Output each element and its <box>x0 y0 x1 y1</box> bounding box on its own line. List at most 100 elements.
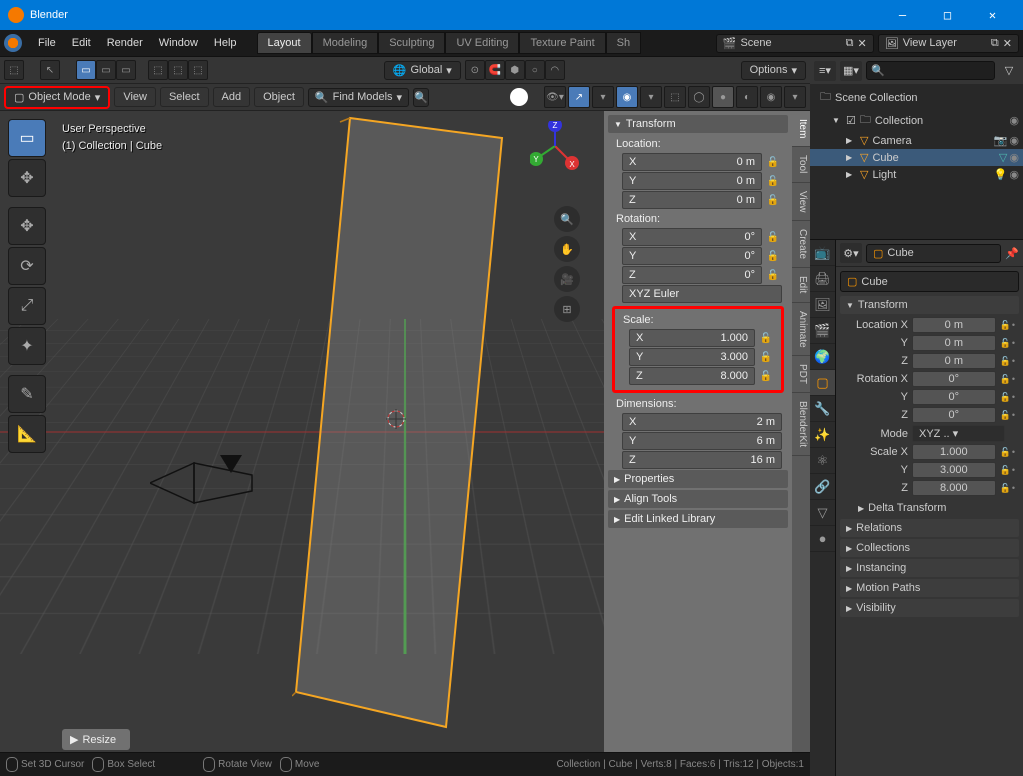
dim-x-field[interactable]: X2 m <box>622 413 782 431</box>
lock-icon[interactable]: 🔓 <box>757 329 775 347</box>
lock-icon[interactable]: 🔓 <box>1000 338 1011 349</box>
lock-icon[interactable]: 🔓 <box>764 153 782 171</box>
pivot-icon[interactable]: ⊙ <box>465 60 485 80</box>
prop-loc-y-field[interactable]: 0 m <box>912 335 996 351</box>
properties-type-icon[interactable]: ⚙▾ <box>840 243 862 263</box>
prop-rot-x-field[interactable]: 0° <box>912 371 996 387</box>
snap-toggle-icon[interactable]: 🧲 <box>485 60 505 80</box>
properties-panel-header[interactable]: Properties <box>608 470 788 488</box>
prop-rot-z-field[interactable]: 0° <box>912 407 996 423</box>
filter-icon[interactable]: ▽ <box>999 64 1019 77</box>
workspace-tab-layout[interactable]: Layout <box>257 32 312 54</box>
select-mode-icon[interactable]: ▭ <box>76 60 96 80</box>
dim-y-field[interactable]: Y6 m <box>622 432 782 450</box>
outliner-type-icon[interactable]: ≡▾ <box>814 61 836 81</box>
relations-section-header[interactable]: Relations <box>840 519 1019 537</box>
rotation-y-field[interactable]: Y0° <box>622 247 762 265</box>
sidebar-tab-edit[interactable]: Edit <box>792 268 810 302</box>
prop-tab-physics-icon[interactable]: ⚛ <box>810 448 835 474</box>
scale-tool[interactable]: ⤢ <box>8 287 46 325</box>
edit-linked-panel-header[interactable]: Edit Linked Library <box>608 510 788 528</box>
annotate-tool[interactable]: ✎ <box>8 375 46 413</box>
prop-tab-output-icon[interactable]: 🖨 <box>810 266 835 292</box>
lock-icon[interactable]: 🔓 <box>1000 447 1011 458</box>
camera-data-icon[interactable]: 📷 <box>994 134 1008 147</box>
outliner-light-row[interactable]: ▶ ▽ Light 💡◉ <box>810 166 1023 183</box>
select-box-tool[interactable]: ▭ <box>8 119 46 157</box>
snap-3-icon[interactable]: ⬚ <box>188 60 208 80</box>
measure-tool[interactable]: 📐 <box>8 415 46 453</box>
lock-icon[interactable]: 🔓 <box>1000 320 1011 331</box>
shading-rendered-icon[interactable]: ◉ <box>760 86 782 108</box>
euler-mode-field[interactable]: XYZ Euler <box>622 285 782 303</box>
asset-indicator-icon[interactable] <box>510 88 528 106</box>
editor-type-icon[interactable]: ⬚ <box>4 60 24 80</box>
location-y-field[interactable]: Y0 m <box>622 172 762 190</box>
lock-icon[interactable]: 🔓 <box>1000 410 1011 421</box>
menu-help[interactable]: Help <box>206 33 245 53</box>
move-tool[interactable]: ✥ <box>8 207 46 245</box>
transform-panel-header[interactable]: Transform <box>608 115 788 133</box>
motion-paths-section-header[interactable]: Motion Paths <box>840 579 1019 597</box>
prop-tab-particles-icon[interactable]: ✨ <box>810 422 835 448</box>
options-dropdown[interactable]: Options▾ <box>741 61 806 80</box>
workspace-tab-modeling[interactable]: Modeling <box>312 32 379 54</box>
align-tools-panel-header[interactable]: Align Tools <box>608 490 788 508</box>
gizmo-toggle-icon[interactable]: ↗ <box>568 86 590 108</box>
lock-icon[interactable]: 🔓 <box>1000 465 1011 476</box>
prop-loc-x-field[interactable]: 0 m <box>912 317 996 333</box>
select-mode-2-icon[interactable]: ▭ <box>96 60 116 80</box>
scale-x-field[interactable]: X1.000 <box>629 329 755 347</box>
lock-icon[interactable]: 🔓 <box>757 367 775 385</box>
collection-row[interactable]: ▼ ☑ 🗀 Collection ◉ <box>810 109 1023 132</box>
search-input[interactable]: 🔍 <box>413 88 429 107</box>
lock-icon[interactable]: 🔓 <box>1000 483 1011 494</box>
mesh-data-icon[interactable]: ▽ <box>999 151 1007 164</box>
lock-icon[interactable]: 🔓 <box>1000 374 1011 385</box>
rotate-tool[interactable]: ⟳ <box>8 247 46 285</box>
scene-selector[interactable]: 🎬Scene⧉✕ <box>716 34 874 53</box>
find-models-dropdown[interactable]: 🔍Find Models▾ <box>308 88 409 107</box>
lock-icon[interactable]: 🔓 <box>764 228 782 246</box>
prop-scale-x-field[interactable]: 1.000 <box>912 444 996 460</box>
object-name-field[interactable]: ▢Cube <box>840 271 1019 292</box>
rotation-z-field[interactable]: Z0° <box>622 266 762 284</box>
visibility-icon[interactable]: 👁▾ <box>544 86 566 108</box>
prop-tab-viewlayer-icon[interactable]: 🖼 <box>810 292 835 318</box>
sidebar-tab-animate[interactable]: Animate <box>792 303 810 357</box>
object-menu[interactable]: Object <box>254 87 304 107</box>
lock-icon[interactable]: 🔓 <box>764 266 782 284</box>
location-x-field[interactable]: X0 m <box>622 153 762 171</box>
add-menu[interactable]: Add <box>213 87 251 107</box>
mode-selector[interactable]: ▢ Object Mode ▾ <box>4 86 110 109</box>
scene-collection-row[interactable]: 🗀 Scene Collection <box>810 86 1023 109</box>
scale-y-field[interactable]: Y3.000 <box>629 348 755 366</box>
sidebar-tab-tool[interactable]: Tool <box>792 147 810 182</box>
light-data-icon[interactable]: 💡 <box>994 168 1008 181</box>
prop-rot-y-field[interactable]: 0° <box>912 389 996 405</box>
sidebar-tab-pdt[interactable]: PDT <box>792 356 810 393</box>
workspace-tab-more[interactable]: Sh <box>606 32 641 54</box>
viewlayer-selector[interactable]: 🖼View Layer⧉✕ <box>878 34 1019 53</box>
prop-tab-world-icon[interactable]: 🌍 <box>810 344 835 370</box>
gizmo-options-icon[interactable]: ▾ <box>592 86 614 108</box>
cursor-tool-icon[interactable]: ↖ <box>40 60 60 80</box>
outliner-camera-row[interactable]: ▶ ▽ Camera 📷◉ <box>810 132 1023 149</box>
eye-icon[interactable]: ◉ <box>1009 168 1019 181</box>
3d-viewport[interactable]: User Perspective (1) Collection | Cube ▭… <box>0 111 810 752</box>
transform-section-header[interactable]: Transform <box>840 296 1019 314</box>
shading-solid-icon[interactable]: ● <box>712 86 734 108</box>
scale-z-field[interactable]: Z8.000 <box>629 367 755 385</box>
prop-tab-object-icon[interactable]: ▢ <box>810 370 835 396</box>
proportional-falloff-icon[interactable]: ◠ <box>545 60 565 80</box>
nav-gizmo[interactable]: X Y Z <box>530 121 580 171</box>
sidebar-tab-item[interactable]: Item <box>792 111 810 147</box>
cursor-tool[interactable]: ✥ <box>8 159 46 197</box>
perspective-toggle-icon[interactable]: ⊞ <box>554 296 580 322</box>
lock-icon[interactable]: 🔓 <box>757 348 775 366</box>
visibility-section-header[interactable]: Visibility <box>840 599 1019 617</box>
sidebar-tab-create[interactable]: Create <box>792 221 810 268</box>
blender-icon[interactable] <box>4 34 22 52</box>
maximize-button[interactable]: □ <box>925 0 970 30</box>
display-mode-icon[interactable]: ▦▾ <box>840 61 862 81</box>
